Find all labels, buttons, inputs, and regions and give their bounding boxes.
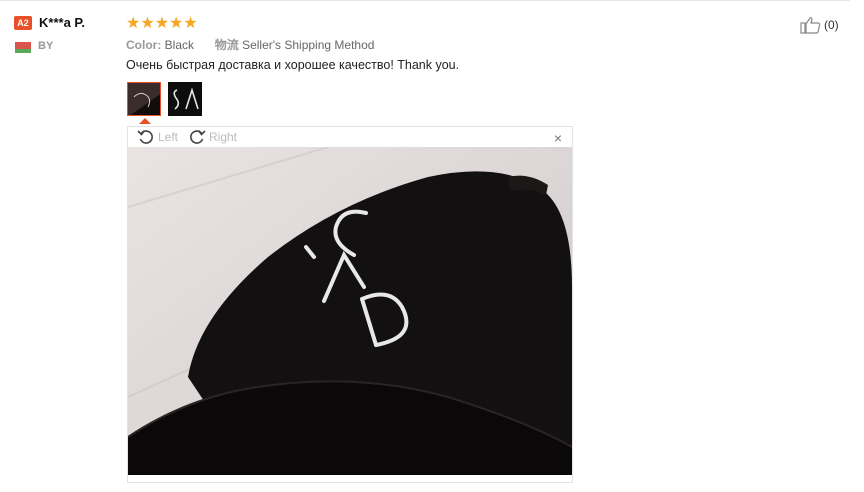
review-photo-large [128, 147, 572, 475]
shipping-value: Seller's Shipping Method [242, 38, 375, 52]
close-icon[interactable]: × [554, 130, 562, 146]
selected-thumbnail-indicator [139, 118, 151, 124]
belarus-flag-icon [15, 42, 31, 53]
color-label: Color: [126, 38, 162, 52]
rotate-right-button[interactable]: Right [188, 127, 237, 147]
photo-viewer: Left Right × [127, 126, 573, 483]
order-attributes: Color: Black 物流 Seller's Shipping Method [126, 36, 374, 53]
shipping-label: 物流 [214, 38, 239, 52]
rotate-left-button[interactable]: Left [137, 127, 178, 147]
thumbs-up-icon [800, 17, 821, 34]
rotate-right-label: Right [209, 130, 238, 144]
rotate-left-label: Left [158, 130, 179, 144]
feedback-text: Очень быстрая доставка и хорошее качеств… [126, 58, 460, 72]
review-photo-thumbnail-1[interactable] [127, 82, 161, 116]
helpful-button[interactable]: (0) [800, 16, 839, 34]
color-value: Black [164, 38, 195, 52]
top-divider [0, 0, 850, 1]
star-rating: ★★★★★ [126, 15, 198, 32]
rotate-right-icon [190, 130, 206, 144]
reviewer-name: K***a P. [39, 15, 86, 30]
review-photo-thumbnail-2[interactable] [168, 82, 202, 116]
helpful-count: (0) [824, 18, 839, 32]
reviewer-level-badge: A2 [14, 16, 32, 30]
rotate-left-icon [137, 130, 153, 144]
reviewer-country: BY [38, 40, 54, 52]
